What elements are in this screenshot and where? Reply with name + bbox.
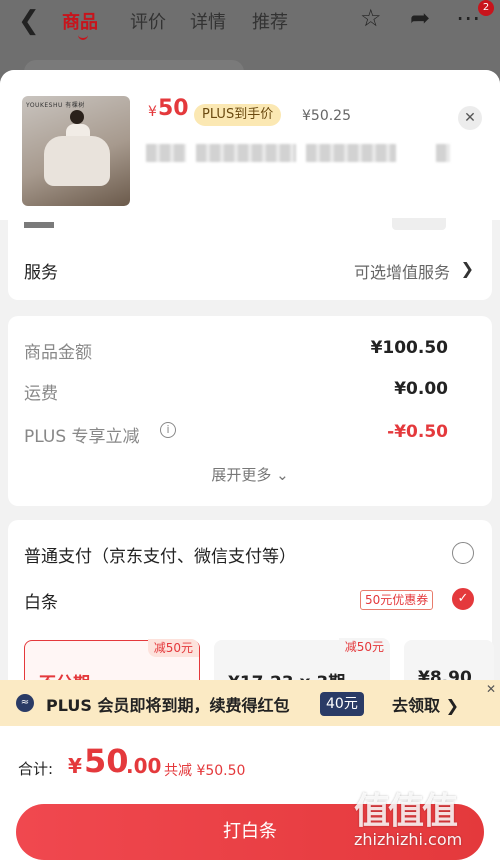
goods-amount-label: 商品金额 xyxy=(24,343,92,363)
plan-discount-tag: 减50元 xyxy=(338,638,390,656)
product-header: YOUKESHU 有棵树 ¥ 50 PLUS到手价 ¥50.25 ✕ xyxy=(0,70,500,220)
total-amount: 50 xyxy=(84,742,129,780)
top-navigation: ❮ 商品 评价 详情 推荐 ☆ ➦ ⋯ 2 xyxy=(0,0,500,84)
tab-reviews[interactable]: 评价 xyxy=(130,8,166,34)
model-head xyxy=(70,110,84,124)
plus-banner-action-label: 去领取 xyxy=(392,696,441,715)
normal-pay-radio[interactable] xyxy=(452,542,474,564)
chevron-down-icon: ⌄ xyxy=(276,466,289,484)
purchase-sheet: YOUKESHU 有棵树 ¥ 50 PLUS到手价 ¥50.25 ✕ 服务 可选… xyxy=(0,70,500,860)
checkout-bar: 合计: ¥ 50 .00 共减 ¥50.50 打白条 值值值 zhizhizhi… xyxy=(0,726,500,860)
service-label: 服务 xyxy=(24,263,58,283)
back-arrow-icon[interactable]: ❮ xyxy=(18,6,40,36)
options-card: 服务 可选增值服务 ❯ xyxy=(8,218,492,300)
star-icon[interactable]: ☆ xyxy=(360,4,382,32)
price-symbol: ¥ xyxy=(148,104,157,120)
watermark-url: zhizhizhi.com xyxy=(354,830,463,849)
total-decimal: .00 xyxy=(126,754,162,778)
tab-product[interactable]: 商品 xyxy=(62,8,98,40)
share-icon[interactable]: ➦ xyxy=(410,4,430,32)
shipping-label: 运费 xyxy=(24,384,58,404)
chair-shape xyxy=(44,136,110,186)
plan-discount-tag: 减50元 xyxy=(147,639,199,657)
tab-details[interactable]: 详情 xyxy=(190,8,226,34)
plus-discount-label: PLUS 专享立减 xyxy=(24,427,140,447)
price-value: 50 xyxy=(158,96,189,121)
more-icon[interactable]: ⋯ xyxy=(456,4,480,32)
plus-banner-text: PLUS 会员即将到期，续费得红包 xyxy=(46,696,290,715)
plus-discount-value: -¥0.50 xyxy=(387,422,448,442)
baitiao-label[interactable]: 白条 xyxy=(24,588,58,613)
quantity-stepper-partial[interactable] xyxy=(392,218,446,230)
chevron-right-icon[interactable]: ❯ xyxy=(461,259,474,278)
watermark-logo: 值值值 xyxy=(354,791,458,832)
total-symbol: ¥ xyxy=(68,754,82,778)
watermark: 值值值 zhizhizhi.com xyxy=(348,782,498,860)
plus-renewal-banner[interactable]: ≈ PLUS 会员即将到期，续费得红包 40元 去领取 ❯ ✕ xyxy=(0,680,500,726)
quantity-label-partial xyxy=(24,218,54,228)
product-thumbnail: YOUKESHU 有棵树 xyxy=(22,96,130,206)
tab-recommend[interactable]: 推荐 xyxy=(252,8,288,34)
expand-more-link[interactable]: 展开更多 ⌄ xyxy=(8,464,492,485)
plus-logo-icon: ≈ xyxy=(16,694,34,712)
total-saving: 共减 ¥50.50 xyxy=(164,763,246,779)
plus-banner-amount: 40元 xyxy=(320,692,364,716)
expand-more-label: 展开更多 xyxy=(211,466,272,484)
plus-banner-action[interactable]: 去领取 ❯ xyxy=(392,692,459,716)
close-icon[interactable]: ✕ xyxy=(458,106,482,130)
blurred-text xyxy=(306,144,396,162)
original-price: ¥50.25 xyxy=(302,108,351,124)
normal-pay-label[interactable]: 普通支付（京东支付、微信支付等） xyxy=(24,542,296,567)
chevron-right-icon: ❯ xyxy=(445,696,459,715)
blurred-text xyxy=(436,144,450,162)
coupon-badge: 50元优惠券 xyxy=(360,590,434,610)
baitiao-radio-checked[interactable]: ✓ xyxy=(452,588,474,610)
info-icon[interactable]: i xyxy=(160,422,176,438)
blurred-text xyxy=(146,144,186,162)
shipping-value: ¥0.00 xyxy=(394,379,448,399)
brand-logo: YOUKESHU 有棵树 xyxy=(26,102,85,109)
total-label: 合计: xyxy=(18,760,54,778)
close-icon[interactable]: ✕ xyxy=(486,682,500,696)
service-value[interactable]: 可选增值服务 xyxy=(354,259,450,283)
fee-card: 商品金额 ¥100.50 运费 ¥0.00 PLUS 专享立减 i -¥0.50… xyxy=(8,316,492,506)
notification-badge: 2 xyxy=(478,0,494,16)
plus-price-tag: PLUS到手价 xyxy=(194,104,282,126)
blurred-text xyxy=(196,144,296,162)
goods-amount-value: ¥100.50 xyxy=(370,338,448,358)
